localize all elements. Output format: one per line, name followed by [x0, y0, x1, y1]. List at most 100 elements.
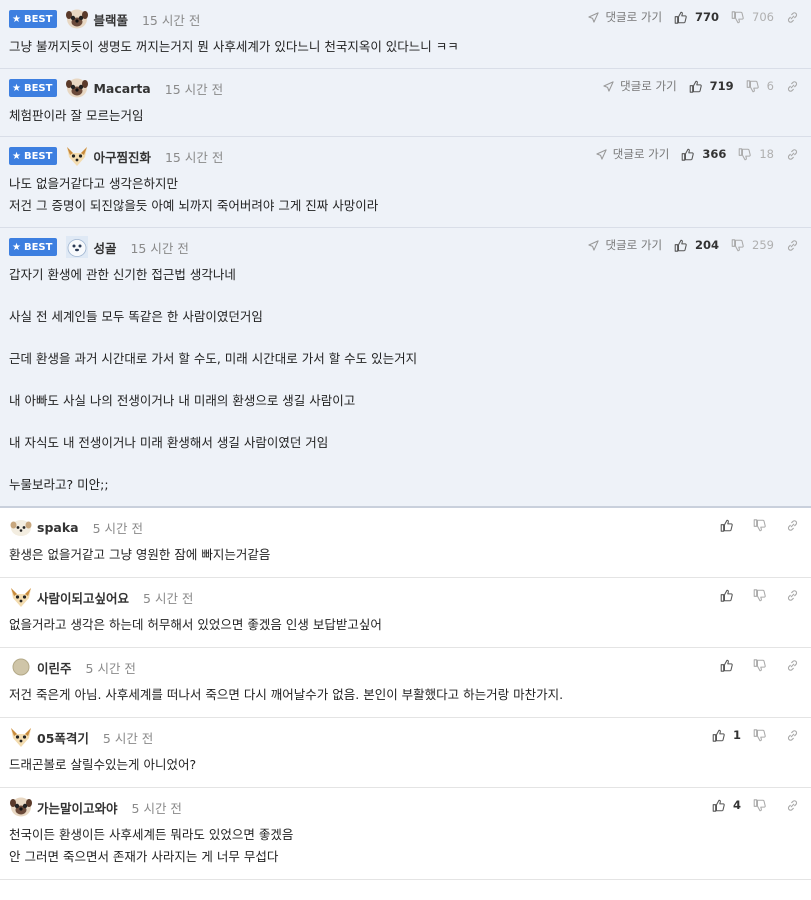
- link-icon[interactable]: [786, 11, 799, 24]
- comment-actions: 4: [712, 796, 799, 814]
- timestamp: 15 시간 전: [164, 81, 224, 97]
- go-to-comment-label: 댓글로 가기: [612, 147, 670, 161]
- best-comment: ★ BEST 성골 15 시간 전 댓글로 가기 204 259 갑자기 환생에 관한 신기한…: [0, 228, 811, 508]
- comment-actions: 댓글로 가기 770 706: [588, 8, 799, 26]
- nickname[interactable]: 이린주: [37, 658, 72, 677]
- upvote-button[interactable]: 1: [712, 728, 741, 742]
- thumbs-up-icon: [674, 11, 691, 24]
- timestamp: 5 시간 전: [143, 590, 194, 606]
- comment-text-line: 드래곤볼로 살릴수있는게 아니었어?: [9, 757, 197, 772]
- upvote-button[interactable]: 770: [674, 10, 719, 24]
- downvote-button[interactable]: 18: [738, 147, 774, 161]
- best-badge: ★ BEST: [9, 147, 58, 165]
- link-icon[interactable]: [786, 148, 799, 161]
- go-to-comment-label: 댓글로 가기: [605, 238, 663, 252]
- comment: 05폭격기 5 시간 전 1 드래곤볼로 살릴수있는게 아니었어?: [0, 718, 811, 788]
- downvote-count: 259: [752, 238, 774, 252]
- link-icon[interactable]: [786, 519, 799, 532]
- nickname[interactable]: spaka: [37, 520, 79, 535]
- comment-body: 환생은 없을거같고 그냥 영원한 잠에 빠지는거같음: [9, 538, 801, 566]
- nickname[interactable]: 아구찜진화: [93, 147, 151, 166]
- go-to-comment-link[interactable]: 댓글로 가기: [588, 9, 662, 25]
- pug-avatar[interactable]: [65, 77, 89, 99]
- star-icon: ★: [12, 241, 21, 253]
- downvote-button[interactable]: 6: [746, 79, 774, 93]
- best-label: BEST: [23, 241, 53, 253]
- thumbs-up-icon: [689, 80, 706, 93]
- timestamp: 15 시간 전: [141, 12, 201, 28]
- go-to-comment-link[interactable]: 댓글로 가기: [603, 78, 677, 94]
- downvote-button[interactable]: 706: [731, 10, 774, 24]
- fox-avatar[interactable]: [9, 726, 33, 748]
- go-to-comment-label: 댓글로 가기: [605, 10, 663, 24]
- puppy-avatar[interactable]: [9, 516, 33, 538]
- upvote-count: 204: [695, 238, 720, 252]
- comment-body: 그냥 불꺼지듯이 생명도 꺼지는거지 뭔 사후세계가 있다느니 천국지옥이 있다…: [9, 30, 801, 58]
- downvote-button[interactable]: [753, 588, 774, 602]
- nickname[interactable]: Macarta: [93, 81, 150, 96]
- link-icon[interactable]: [786, 729, 799, 742]
- comment: 이린주 5 시간 전저건 죽은게 아님. 사후세계를 떠나서 죽으면 다시 깨어날…: [0, 648, 811, 718]
- thumbs-down-icon: [746, 79, 763, 93]
- comment-body: 천국이든 환생이든 사후세계든 뭐라도 있었으면 좋겠음 안 그러면 죽으면서 존…: [9, 818, 801, 868]
- upvote-button[interactable]: [720, 659, 741, 672]
- link-icon[interactable]: [786, 80, 799, 93]
- nickname[interactable]: 블랙풀: [93, 10, 128, 29]
- upvote-button[interactable]: 4: [712, 798, 741, 812]
- fox-avatar[interactable]: [9, 586, 33, 608]
- timestamp: 5 시간 전: [131, 800, 182, 816]
- go-to-comment-link[interactable]: 댓글로 가기: [588, 237, 662, 253]
- pug-avatar[interactable]: [65, 8, 89, 30]
- thumbs-up-icon: [720, 589, 737, 602]
- comment: 가는말이고와야 5 시간 전 4 천국이든 환생이든 사후세계든 뭐라도 있었으면 좋…: [0, 788, 811, 880]
- nickname[interactable]: 성골: [93, 238, 116, 257]
- pug-avatar[interactable]: [9, 796, 33, 818]
- comment-actions: 댓글로 가기 366 18: [596, 145, 799, 163]
- upvote-button[interactable]: [720, 519, 741, 532]
- comment-text-line: 누물보라고? 미안;;: [9, 477, 109, 492]
- nickname[interactable]: 사람이되고싶어요: [37, 588, 129, 607]
- upvote-button[interactable]: 204: [674, 238, 719, 252]
- seal-avatar[interactable]: [65, 236, 89, 258]
- downvote-button[interactable]: [753, 798, 774, 812]
- link-icon[interactable]: [786, 799, 799, 812]
- comment: 사람이되고싶어요 5 시간 전 없을거라고 생각은 하는데 허무해서 있었으면 좋겠…: [0, 578, 811, 648]
- comment-actions: 댓글로 가기 719 6: [603, 77, 799, 95]
- thumbs-down-icon: [753, 588, 770, 602]
- upvote-button[interactable]: [720, 589, 741, 602]
- circle-avatar[interactable]: [9, 656, 33, 678]
- timestamp: 15 시간 전: [130, 240, 189, 256]
- downvote-button[interactable]: [753, 658, 774, 672]
- link-icon[interactable]: [786, 589, 799, 602]
- downvote-button[interactable]: 259: [731, 238, 774, 252]
- link-icon[interactable]: [786, 659, 799, 672]
- link-icon[interactable]: [786, 239, 799, 252]
- send-icon: [603, 80, 617, 92]
- downvote-button[interactable]: [753, 728, 774, 742]
- thumbs-up-icon: [720, 659, 737, 672]
- thumbs-down-icon: [731, 238, 748, 252]
- comment-text-line: 내 아빠도 사실 나의 전생이거나 내 미래의 환생으로 생길 사람이고: [9, 393, 356, 408]
- thumbs-down-icon: [753, 658, 770, 672]
- timestamp: 5 시간 전: [85, 660, 136, 676]
- comment-header: 이린주 5 시간 전: [9, 656, 801, 678]
- upvote-button[interactable]: 719: [689, 79, 734, 93]
- thumbs-up-icon: [712, 799, 729, 812]
- downvote-button[interactable]: [753, 518, 774, 532]
- comment-text-line: 갑자기 환생에 관한 신기한 접근법 생각나네: [9, 267, 236, 282]
- nickname[interactable]: 가는말이고와야: [37, 798, 118, 817]
- comment-actions: 1: [712, 726, 799, 744]
- send-icon: [596, 148, 610, 160]
- comment-actions: 댓글로 가기 204 259: [588, 236, 799, 254]
- comment-actions: [720, 656, 799, 674]
- upvote-button[interactable]: 366: [681, 147, 726, 161]
- nickname[interactable]: 05폭격기: [37, 728, 89, 747]
- comment-text-line: 사실 전 세계인들 모두 똑같은 한 사람이였던거임: [9, 309, 263, 324]
- go-to-comment-link[interactable]: 댓글로 가기: [596, 146, 670, 162]
- comment-body: 체험판이라 잘 모르는거임: [9, 99, 801, 127]
- comment-body: 저건 죽은게 아님. 사후세계를 떠나서 죽으면 다시 깨어날수가 없음. 본인…: [9, 678, 801, 706]
- fox-avatar[interactable]: [65, 145, 89, 167]
